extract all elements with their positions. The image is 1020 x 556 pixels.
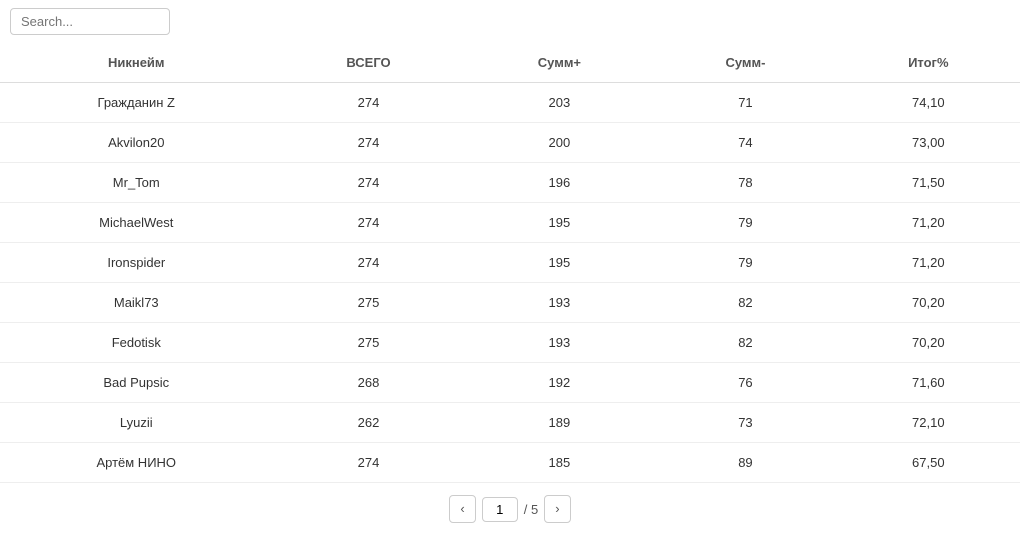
cell-result_pct: 72,10: [837, 403, 1020, 443]
cell-sum_minus: 82: [654, 283, 836, 323]
cell-sum_plus: 196: [465, 163, 655, 203]
cell-result_pct: 71,50: [837, 163, 1020, 203]
cell-total: 274: [273, 163, 465, 203]
cell-total: 274: [273, 123, 465, 163]
cell-result_pct: 74,10: [837, 83, 1020, 123]
cell-nickname: Akvilon20: [0, 123, 273, 163]
col-sum-minus: Сумм-: [654, 43, 836, 83]
page-total: / 5: [524, 502, 538, 517]
cell-sum_plus: 193: [465, 323, 655, 363]
cell-sum_plus: 185: [465, 443, 655, 483]
cell-sum_plus: 192: [465, 363, 655, 403]
table-wrapper: Никнейм ВСЕГО Сумм+ Сумм- Итог% Граждани…: [0, 43, 1020, 483]
cell-nickname: Mr_Tom: [0, 163, 273, 203]
cell-result_pct: 73,00: [837, 123, 1020, 163]
table-row: Гражданин Z2742037174,10: [0, 83, 1020, 123]
table-row: Bad Pupsic2681927671,60: [0, 363, 1020, 403]
cell-nickname: Bad Pupsic: [0, 363, 273, 403]
cell-nickname: Fedotisk: [0, 323, 273, 363]
cell-nickname: Артём НИНО: [0, 443, 273, 483]
cell-total: 262: [273, 403, 465, 443]
table-row: Артём НИНО2741858967,50: [0, 443, 1020, 483]
cell-nickname: Гражданин Z: [0, 83, 273, 123]
table-row: Lyuzii2621897372,10: [0, 403, 1020, 443]
cell-sum_plus: 195: [465, 203, 655, 243]
cell-total: 275: [273, 323, 465, 363]
cell-result_pct: 71,60: [837, 363, 1020, 403]
cell-sum_minus: 82: [654, 323, 836, 363]
table-row: Mr_Tom2741967871,50: [0, 163, 1020, 203]
cell-sum_plus: 195: [465, 243, 655, 283]
search-input[interactable]: [10, 8, 170, 35]
cell-result_pct: 71,20: [837, 203, 1020, 243]
cell-nickname: MichaelWest: [0, 203, 273, 243]
cell-sum_minus: 74: [654, 123, 836, 163]
next-page-button[interactable]: ›: [544, 495, 570, 523]
cell-total: 268: [273, 363, 465, 403]
cell-total: 274: [273, 83, 465, 123]
cell-sum_minus: 89: [654, 443, 836, 483]
cell-sum_minus: 76: [654, 363, 836, 403]
cell-sum_plus: 203: [465, 83, 655, 123]
cell-result_pct: 67,50: [837, 443, 1020, 483]
cell-result_pct: 71,20: [837, 243, 1020, 283]
cell-sum_minus: 73: [654, 403, 836, 443]
prev-page-button[interactable]: ‹: [449, 495, 475, 523]
table-row: Maikl732751938270,20: [0, 283, 1020, 323]
cell-sum_minus: 71: [654, 83, 836, 123]
cell-nickname: Maikl73: [0, 283, 273, 323]
cell-result_pct: 70,20: [837, 323, 1020, 363]
table-body: Гражданин Z2742037174,10Akvilon202742007…: [0, 83, 1020, 483]
table-row: MichaelWest2741957971,20: [0, 203, 1020, 243]
cell-total: 275: [273, 283, 465, 323]
table-row: Ironspider2741957971,20: [0, 243, 1020, 283]
cell-sum_plus: 189: [465, 403, 655, 443]
col-total: ВСЕГО: [273, 43, 465, 83]
cell-sum_plus: 200: [465, 123, 655, 163]
col-nickname: Никнейм: [0, 43, 273, 83]
cell-total: 274: [273, 203, 465, 243]
cell-nickname: Ironspider: [0, 243, 273, 283]
cell-sum_minus: 79: [654, 243, 836, 283]
pagination: ‹ / 5 ›: [0, 483, 1020, 535]
table-header: Никнейм ВСЕГО Сумм+ Сумм- Итог%: [0, 43, 1020, 83]
table-row: Fedotisk2751938270,20: [0, 323, 1020, 363]
cell-sum_minus: 78: [654, 163, 836, 203]
cell-nickname: Lyuzii: [0, 403, 273, 443]
page-number-input[interactable]: [482, 497, 518, 522]
data-table: Никнейм ВСЕГО Сумм+ Сумм- Итог% Граждани…: [0, 43, 1020, 483]
col-sum-plus: Сумм+: [465, 43, 655, 83]
search-container: [0, 0, 1020, 43]
cell-result_pct: 70,20: [837, 283, 1020, 323]
col-result-pct: Итог%: [837, 43, 1020, 83]
cell-sum_minus: 79: [654, 203, 836, 243]
cell-total: 274: [273, 443, 465, 483]
cell-total: 274: [273, 243, 465, 283]
table-row: Akvilon202742007473,00: [0, 123, 1020, 163]
cell-sum_plus: 193: [465, 283, 655, 323]
header-row: Никнейм ВСЕГО Сумм+ Сумм- Итог%: [0, 43, 1020, 83]
